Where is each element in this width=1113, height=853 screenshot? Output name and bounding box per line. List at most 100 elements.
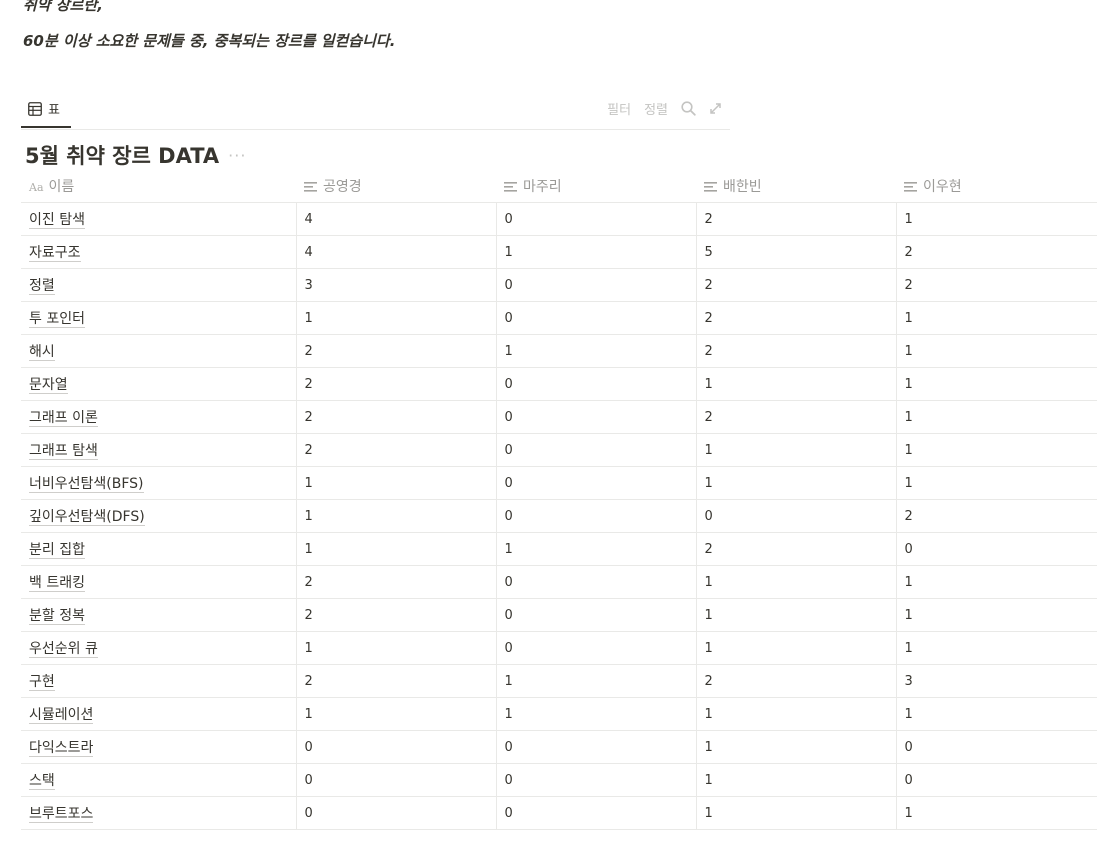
cell-name[interactable]: 투 포인터 xyxy=(21,301,296,335)
row-title[interactable]: 브루트포스 xyxy=(29,806,94,823)
cell-value[interactable]: 1 xyxy=(295,532,496,566)
cell-value[interactable]: 1 xyxy=(695,697,896,731)
row-title[interactable]: 자료구조 xyxy=(29,245,81,262)
row-title[interactable]: 다익스트라 xyxy=(29,740,94,757)
cell-value[interactable]: 3 xyxy=(295,268,496,302)
cell-value[interactable]: 1 xyxy=(895,433,1097,467)
table-row[interactable]: 자료구조 4 1 5 2 xyxy=(21,235,1097,269)
cell-value[interactable]: 0 xyxy=(495,268,696,302)
row-title[interactable]: 깊이우선탐색(DFS) xyxy=(29,509,145,526)
cell-value[interactable]: 0 xyxy=(495,499,696,533)
sort-button[interactable]: 정렬 xyxy=(644,99,668,118)
cell-value[interactable]: 1 xyxy=(695,598,896,632)
cell-value[interactable]: 1 xyxy=(695,466,896,500)
cell-name[interactable]: 분리 집합 xyxy=(21,532,296,566)
cell-value[interactable]: 1 xyxy=(895,796,1097,830)
cell-name[interactable]: 깊이우선탐색(DFS) xyxy=(21,499,296,533)
column-header-ma[interactable]: 마주리 xyxy=(496,169,696,203)
cell-value[interactable]: 0 xyxy=(295,730,496,764)
cell-value[interactable]: 2 xyxy=(295,433,496,467)
cell-value[interactable]: 0 xyxy=(495,565,696,599)
cell-value[interactable]: 5 xyxy=(695,235,896,269)
table-row[interactable]: 스택 0 0 1 0 xyxy=(21,763,1097,797)
row-title[interactable]: 시뮬레이션 xyxy=(29,707,94,724)
table-row[interactable]: 이진 탐색 4 0 2 1 xyxy=(21,202,1097,236)
cell-value[interactable]: 1 xyxy=(895,400,1097,434)
cell-name[interactable]: 시뮬레이션 xyxy=(21,697,296,731)
cell-value[interactable]: 1 xyxy=(895,202,1097,236)
cell-name[interactable]: 그래프 탐색 xyxy=(21,433,296,467)
cell-value[interactable]: 1 xyxy=(895,598,1097,632)
cell-name[interactable]: 그래프 이론 xyxy=(21,400,296,434)
cell-value[interactable]: 1 xyxy=(495,697,696,731)
cell-value[interactable]: 0 xyxy=(495,598,696,632)
row-title[interactable]: 정렬 xyxy=(29,278,55,295)
cell-value[interactable]: 0 xyxy=(895,730,1097,764)
cell-value[interactable]: 0 xyxy=(895,532,1097,566)
cell-value[interactable]: 1 xyxy=(295,499,496,533)
cell-value[interactable]: 1 xyxy=(495,235,696,269)
table-row[interactable]: 분리 집합 1 1 2 0 xyxy=(21,532,1097,566)
cell-value[interactable]: 1 xyxy=(295,301,496,335)
table-row[interactable]: 문자열 2 0 1 1 xyxy=(21,367,1097,401)
cell-value[interactable]: 2 xyxy=(895,235,1097,269)
cell-value[interactable]: 2 xyxy=(895,499,1097,533)
cell-value[interactable]: 1 xyxy=(895,565,1097,599)
cell-value[interactable]: 4 xyxy=(295,235,496,269)
row-title[interactable]: 문자열 xyxy=(29,377,68,394)
expand-button[interactable] xyxy=(709,102,722,115)
table-row[interactable]: 시뮬레이션 1 1 1 1 xyxy=(21,697,1097,731)
cell-value[interactable]: 1 xyxy=(895,631,1097,665)
cell-value[interactable]: 1 xyxy=(295,631,496,665)
cell-name[interactable]: 우선순위 큐 xyxy=(21,631,296,665)
column-header-gong[interactable]: 공영경 xyxy=(296,169,496,203)
cell-value[interactable]: 4 xyxy=(295,202,496,236)
table-row[interactable]: 정렬 3 0 2 2 xyxy=(21,268,1097,302)
cell-name[interactable]: 이진 탐색 xyxy=(21,202,296,236)
cell-value[interactable]: 0 xyxy=(495,631,696,665)
row-title[interactable]: 분할 정복 xyxy=(29,608,85,625)
row-title[interactable]: 그래프 이론 xyxy=(29,410,98,427)
cell-value[interactable]: 0 xyxy=(495,466,696,500)
cell-name[interactable]: 백 트래킹 xyxy=(21,565,296,599)
cell-name[interactable]: 다익스트라 xyxy=(21,730,296,764)
cell-value[interactable]: 0 xyxy=(495,796,696,830)
cell-value[interactable]: 1 xyxy=(695,763,896,797)
cell-value[interactable]: 0 xyxy=(495,433,696,467)
cell-name[interactable]: 해시 xyxy=(21,334,296,368)
more-options-icon[interactable]: ··· xyxy=(228,146,246,165)
cell-value[interactable]: 1 xyxy=(295,697,496,731)
cell-name[interactable]: 브루트포스 xyxy=(21,796,296,830)
cell-name[interactable]: 문자열 xyxy=(21,367,296,401)
row-title[interactable]: 스택 xyxy=(29,773,55,790)
cell-value[interactable]: 2 xyxy=(295,334,496,368)
filter-button[interactable]: 필터 xyxy=(607,99,631,118)
cell-value[interactable]: 1 xyxy=(895,697,1097,731)
column-header-bae[interactable]: 배한빈 xyxy=(696,169,896,203)
table-row[interactable]: 분할 정복 2 0 1 1 xyxy=(21,598,1097,632)
column-header-name[interactable]: Aa 이름 xyxy=(21,169,296,203)
table-row[interactable]: 백 트래킹 2 0 1 1 xyxy=(21,565,1097,599)
cell-name[interactable]: 정렬 xyxy=(21,268,296,302)
row-title[interactable]: 이진 탐색 xyxy=(29,212,85,229)
table-row[interactable]: 다익스트라 0 0 1 0 xyxy=(21,730,1097,764)
row-title[interactable]: 분리 집합 xyxy=(29,542,85,559)
cell-value[interactable]: 2 xyxy=(695,268,896,302)
row-title[interactable]: 투 포인터 xyxy=(29,311,85,328)
cell-value[interactable]: 0 xyxy=(495,367,696,401)
table-row[interactable]: 구현 2 1 2 3 xyxy=(21,664,1097,698)
row-title[interactable]: 구현 xyxy=(29,674,55,691)
row-title[interactable]: 우선순위 큐 xyxy=(29,641,98,658)
table-row[interactable]: 해시 2 1 2 1 xyxy=(21,334,1097,368)
cell-value[interactable]: 1 xyxy=(895,334,1097,368)
row-title[interactable]: 그래프 탐색 xyxy=(29,443,98,460)
cell-value[interactable]: 0 xyxy=(495,400,696,434)
cell-value[interactable]: 0 xyxy=(495,763,696,797)
cell-value[interactable]: 2 xyxy=(295,367,496,401)
cell-value[interactable]: 2 xyxy=(695,301,896,335)
cell-value[interactable]: 2 xyxy=(295,664,496,698)
cell-value[interactable]: 2 xyxy=(895,268,1097,302)
row-title[interactable]: 백 트래킹 xyxy=(29,575,85,592)
cell-name[interactable]: 분할 정복 xyxy=(21,598,296,632)
cell-value[interactable]: 0 xyxy=(495,301,696,335)
